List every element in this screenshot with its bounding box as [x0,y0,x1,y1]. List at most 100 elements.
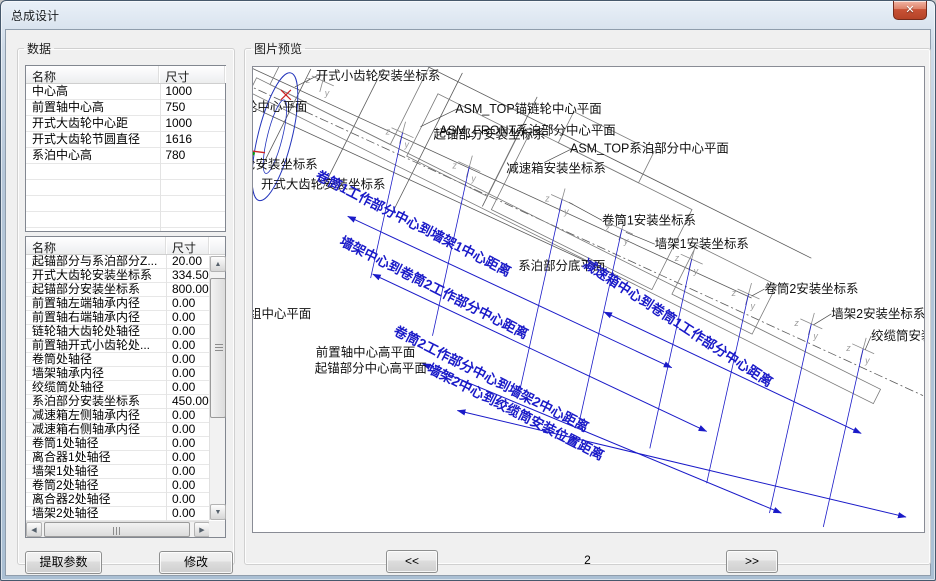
extract-parameters-button[interactable]: 提取参数 [25,551,102,574]
cell-name: 系泊部分安装坐标系 [26,395,166,409]
dimension-label: 墙架中心到卷筒2工作部分中心距离 [337,233,531,342]
table-row[interactable]: 开式大齿轮安装坐标系 334.50 [26,269,209,283]
cell-name: 卷筒2处轴径 [26,479,166,493]
cell-size: 780 [159,148,225,164]
column-header-name[interactable]: 名称 [26,237,166,254]
table-row[interactable]: 减速箱左侧轴承内径 0.00 [26,409,209,423]
construction-line [393,73,463,212]
table-row[interactable]: 墙架1处轴径 0.00 [26,465,209,479]
modify-button[interactable]: 修改 [159,551,233,574]
scroll-up-icon[interactable]: ▲ [210,256,226,272]
cell-name: 起锚部分与系泊部分Z... [26,255,166,269]
table-row[interactable]: 前置轴开式小齿轮处... 0.00 [26,339,209,353]
cell-name: 离合器1处轴径 [26,451,166,465]
dimension-label: 卷筒2工作部分中心到墙架2中心距离 [390,322,591,435]
table-row[interactable]: 卷筒1处轴径 0.00 [26,437,209,451]
extension-line [580,229,622,418]
column-header-size[interactable]: 尺寸 [159,66,225,83]
cell-name: 链轮轴大齿轮处轴径 [26,325,166,339]
table-row[interactable]: 卷筒处轴径 0.00 [26,353,209,367]
dimension-label: 墙架2中心到绞缆筒安装位置距离 [425,360,607,463]
csys-marker: y [812,331,818,341]
scroll-left-icon[interactable]: ◀ [26,522,42,537]
column-header-name[interactable]: 名称 [26,66,159,83]
vertical-scrollbar[interactable]: ▲ ▼ [209,256,225,520]
cell-name: 减速箱左侧轴承内径 [26,409,166,423]
window-title: 总成设计 [11,7,59,24]
drawing-label: ASM_TOP锚链轮中心平面 [455,101,601,116]
cell-name: 起锚部分安装坐标系 [26,283,166,297]
column-header-size[interactable]: 尺寸 [166,237,209,254]
vertical-scrollbar-thumb[interactable] [210,278,226,418]
cell-size: 0.00 [166,437,209,451]
table-row[interactable]: 减速箱右侧轴承内径 0.00 [26,423,209,437]
table-row[interactable]: 前置轴右端轴承内径 0.00 [26,311,209,325]
csys-marker: y [324,88,330,98]
construction-line [413,67,812,258]
cell-size: 800.00 [166,283,209,297]
table-row[interactable]: 起锚部分与系泊部分Z... 20.00 [26,255,209,269]
titlebar[interactable]: 总成设计 ✕ [1,1,935,29]
table-row[interactable]: 系泊部分安装坐标系 450.00 [26,395,209,409]
scroll-down-icon[interactable]: ▼ [210,504,226,520]
close-button[interactable]: ✕ [893,1,927,20]
cell-name: 中心高 [26,84,159,100]
leader-line [752,289,765,296]
csys-marker: y [470,174,476,184]
data-group-title: 数据 [24,40,54,57]
cell-size: 0.00 [166,507,209,521]
table-row[interactable]: 离合器1处轴径 0.00 [26,451,209,465]
cell-size: 0.00 [166,311,209,325]
drawing-label: 前置轴中心高平面 [316,345,416,360]
drawing-label: 轮中心平面 [253,99,307,114]
cell-name: 卷筒处轴径 [26,353,166,367]
thumb-grip [113,527,121,535]
extension-line [769,324,811,513]
table-row[interactable]: 前置轴左端轴承内径 0.00 [26,297,209,311]
table-row[interactable]: 墙架2处轴径 0.00 [26,507,209,521]
table-row[interactable]: 墙架轴承内径 0.00 [26,367,209,381]
table-row[interactable]: 起锚部分安装坐标系 800.00 [26,283,209,297]
cell-name: 前置轴左端轴承内径 [26,297,166,311]
table-row[interactable]: 卷筒2处轴径 0.00 [26,479,209,493]
table-row[interactable]: 开式大齿轮节圆直径 1616 [26,132,225,148]
cell-size: 750 [159,100,225,116]
cell-size: 1000 [159,116,225,132]
next-page-button[interactable]: >> [726,550,778,573]
cell-name: 系泊中心高 [26,148,159,164]
cell-size: 0.00 [166,409,209,423]
table-body: 中心高 1000 前置轴中心高 750 开式大齿轮中心距 1000 [26,84,225,231]
table-row[interactable]: 中心高 1000 [26,84,225,100]
table-header: 名称 尺寸 [26,66,225,84]
table-row[interactable]: 系泊中心高 780 [26,148,225,164]
table-row[interactable]: 链轮轴大齿轮处轴径 0.00 [26,325,209,339]
table-row[interactable]: 绞缆筒处轴径 0.00 [26,381,209,395]
leader-line [813,314,831,325]
horizontal-scrollbar[interactable]: ◀ ▶ [26,521,210,537]
dimension-line [604,312,861,433]
cell-size: 0.00 [166,465,209,479]
cell-size: 334.50 [166,269,209,283]
cell-name: 前置轴右端轴承内径 [26,311,166,325]
cell-name: 卷筒1处轴径 [26,437,166,451]
table-row[interactable]: 开式大齿轮中心距 1000 [26,116,225,132]
cell-size: 450.00 [166,395,209,409]
horizontal-scrollbar-thumb[interactable] [44,522,190,537]
drawing-label: 组中心平面 [253,306,311,321]
cell-name: 墙架轴承内径 [26,367,166,381]
table-row[interactable]: 前置轴中心高 750 [26,100,225,116]
cell-name: 减速箱右侧轴承内径 [26,423,166,437]
cell-name: 绞缆筒处轴径 [26,381,166,395]
cell-size: 0.00 [166,339,209,353]
scroll-right-icon[interactable]: ▶ [194,522,210,537]
table-row[interactable]: 离合器2处轴径 0.00 [26,493,209,507]
preview-group-title: 图片预览 [251,40,305,57]
cell-name: 开式大齿轮节圆直径 [26,132,159,148]
table-body: 起锚部分与系泊部分Z... 20.00 开式大齿轮安装坐标系 334.50 起锚… [26,255,209,521]
dimension-line [457,411,906,518]
cell-size: 1000 [159,84,225,100]
dimensions-table: 名称 尺寸 起锚部分与系泊部分Z... 20.00 [25,236,226,538]
csys-marker: y [563,206,569,216]
csys-marker: z [451,161,457,171]
previous-page-button[interactable]: << [386,550,438,573]
